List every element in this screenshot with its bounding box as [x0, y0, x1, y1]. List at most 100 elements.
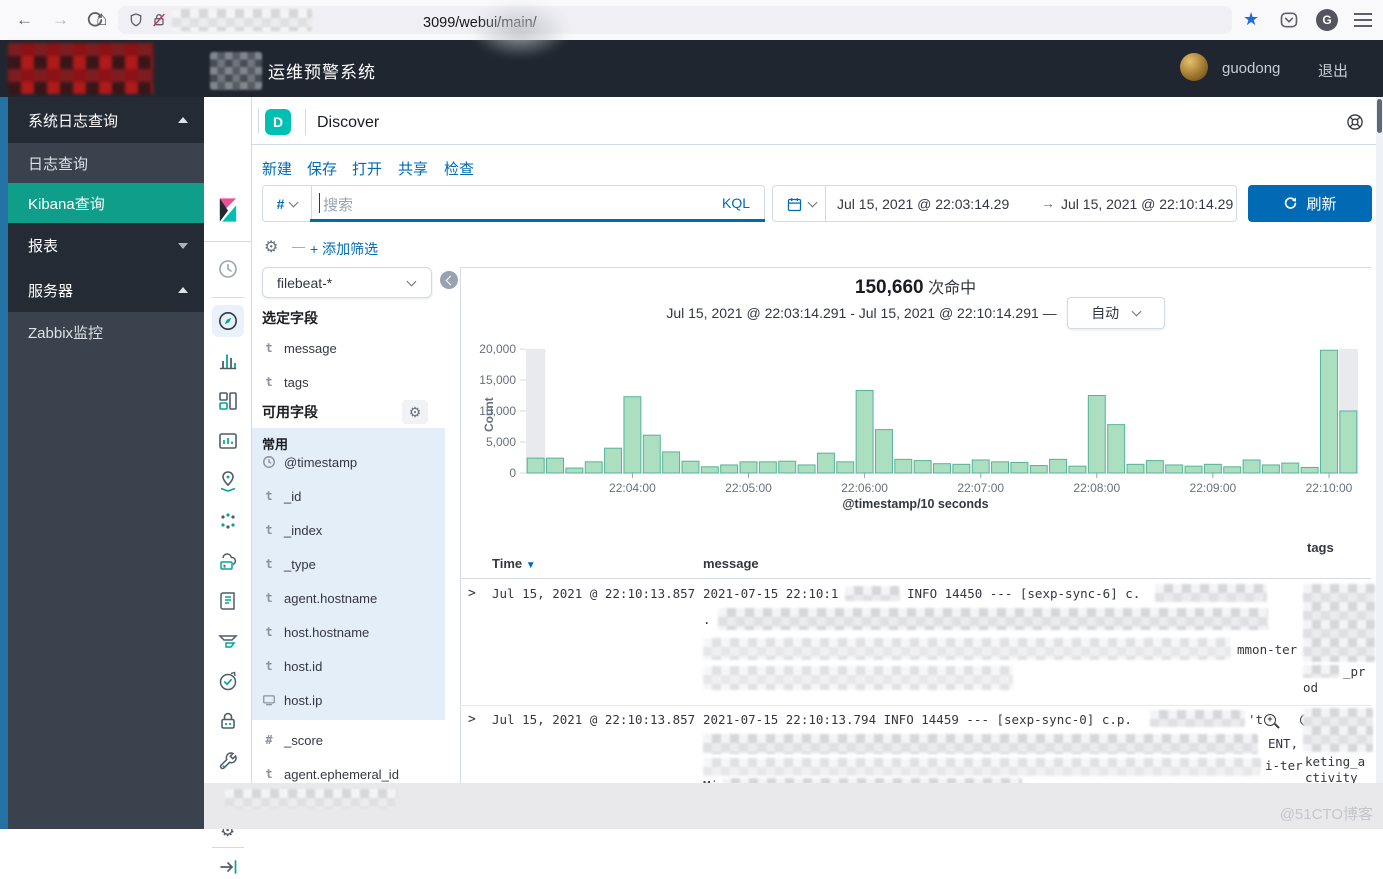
- redacted-tags: [1303, 584, 1375, 662]
- date-to[interactable]: Jul 15, 2021 @ 22:10:14.29: [1061, 196, 1233, 212]
- redacted-text: [1155, 584, 1267, 602]
- filter-dash: —: [292, 239, 305, 254]
- logs-icon[interactable]: [216, 589, 240, 613]
- divider: [305, 109, 306, 135]
- field-agent-hostname[interactable]: tagent.hostname: [262, 589, 377, 607]
- date-range-picker[interactable]: Jul 15, 2021 @ 22:03:14.29 → Jul 15, 202…: [772, 185, 1237, 222]
- kibana-logo[interactable]: [214, 194, 242, 226]
- share-button[interactable]: 共享: [398, 158, 428, 179]
- app-header: 运维预警系统 guodong 退出: [0, 40, 1383, 97]
- apm-icon[interactable]: [216, 629, 240, 653]
- sidebar-item-zabbix[interactable]: Zabbix监控: [8, 312, 204, 353]
- interval-select[interactable]: 自动: [1067, 297, 1165, 329]
- lock-insecure-icon[interactable]: [151, 12, 167, 28]
- query-language-button[interactable]: KQL: [722, 195, 750, 211]
- redacted-tags: [1303, 708, 1373, 752]
- page: ← → x ⌂ 3099/webui/main/ ★ G 运维预警系统 guod…: [0, 0, 1383, 829]
- inspect-button[interactable]: 检查: [444, 158, 474, 179]
- visualize-chart-icon[interactable]: [216, 349, 240, 373]
- row-message-fragment: 't: [1248, 712, 1263, 727]
- field-type[interactable]: t_type: [262, 555, 316, 573]
- scrollbar-track[interactable]: [1376, 97, 1383, 783]
- redacted-status-text: [225, 789, 397, 808]
- saved-query-menu-button[interactable]: #: [263, 186, 312, 221]
- scrollbar-thumb[interactable]: [1377, 99, 1382, 133]
- field-index[interactable]: t_index: [262, 521, 322, 539]
- canvas-icon[interactable]: [216, 429, 240, 453]
- divider: [212, 297, 244, 298]
- svg-text:0: 0: [509, 466, 516, 480]
- collapse-sidebar-button[interactable]: [440, 271, 458, 289]
- filter-gear-icon[interactable]: ⚙: [264, 237, 278, 257]
- search-input[interactable]: 搜索: [323, 194, 353, 215]
- username: guodong: [1222, 60, 1280, 77]
- refresh-icon: [1283, 196, 1298, 211]
- expand-row-icon[interactable]: >: [468, 586, 476, 601]
- help-ring-icon[interactable]: [1345, 112, 1365, 132]
- user-avatar[interactable]: [1180, 53, 1208, 81]
- dev-tools-wrench-icon[interactable]: [216, 749, 240, 773]
- dashboard-icon[interactable]: [216, 389, 240, 413]
- sidebar-item-system-log-query[interactable]: 系统日志查询: [8, 97, 204, 143]
- sidebar-item-log-query[interactable]: 日志查询: [8, 143, 204, 183]
- caret-up-icon: [178, 287, 188, 293]
- shield-icon[interactable]: [128, 12, 144, 28]
- divider: [825, 186, 826, 221]
- field-timestamp[interactable]: @timestamp: [262, 453, 357, 471]
- field-host-id[interactable]: thost.id: [262, 657, 322, 675]
- redacted-text: [845, 586, 900, 601]
- siem-lock-icon[interactable]: [216, 709, 240, 733]
- save-button[interactable]: 保存: [307, 158, 337, 179]
- row-message-fragment: mmon-ter: [1237, 642, 1297, 657]
- url-bar[interactable]: 3099/webui/main/: [118, 6, 1232, 34]
- zoom-in-icon[interactable]: +: [1264, 714, 1276, 726]
- uptime-icon[interactable]: [216, 669, 240, 693]
- field-settings-gear-icon[interactable]: ⚙: [402, 400, 428, 424]
- back-icon[interactable]: ←: [16, 0, 33, 40]
- maps-pin-icon[interactable]: [216, 469, 240, 493]
- row-message-line2: .: [703, 612, 711, 627]
- sidebar-item-kibana-query[interactable]: Kibana查询: [8, 183, 204, 223]
- machine-learning-icon[interactable]: [216, 509, 240, 533]
- new-button[interactable]: 新建: [262, 158, 292, 179]
- row-time: Jul 15, 2021 @ 22:10:13.857: [492, 586, 695, 601]
- redacted-brand: [210, 52, 262, 90]
- field-score[interactable]: #_score: [262, 731, 323, 749]
- field-agent-ephemeral-id[interactable]: tagent.ephemeral_id: [262, 765, 399, 783]
- discover-compass-icon[interactable]: [216, 309, 240, 333]
- field-tags[interactable]: ttags: [262, 373, 309, 391]
- logout-link[interactable]: 退出: [1318, 60, 1348, 81]
- field-message[interactable]: tmessage: [262, 339, 337, 357]
- discover-app-badge: D: [265, 109, 291, 135]
- field-host-ip[interactable]: host.ip: [262, 691, 322, 709]
- redacted-text: [703, 666, 1013, 690]
- expand-row-icon[interactable]: >: [468, 712, 476, 727]
- sidebar-item-reports[interactable]: 报表: [8, 223, 204, 268]
- sidebar-item-servers[interactable]: 服务器: [8, 268, 204, 312]
- field-host-hostname[interactable]: thost.hostname: [262, 623, 369, 641]
- index-pattern-select[interactable]: filebeat-*: [262, 267, 432, 298]
- nav-sidebar: 系统日志查询 日志查询 Kibana查询 报表 服务器 Zabbix监控: [8, 97, 204, 829]
- date-from[interactable]: Jul 15, 2021 @ 22:03:14.29: [837, 196, 1009, 212]
- field-id[interactable]: t_id: [262, 487, 301, 505]
- histogram[interactable]: 05,00010,00015,00020,00022:04:0022:05:00…: [460, 336, 1371, 514]
- clock-field-icon: [262, 455, 276, 469]
- column-header-message[interactable]: message: [703, 556, 759, 571]
- column-header-time[interactable]: Time ▼: [492, 556, 536, 571]
- menu-hamburger-icon[interactable]: [1354, 13, 1372, 15]
- svg-text:22:04:00: 22:04:00: [609, 481, 656, 495]
- collapse-nav-icon[interactable]: [216, 855, 240, 879]
- add-filter-link[interactable]: + 添加筛选: [310, 239, 378, 259]
- column-header-tags[interactable]: tags: [1307, 540, 1334, 555]
- bookmark-star-icon[interactable]: ★: [1243, 9, 1259, 30]
- pocket-icon[interactable]: [1279, 10, 1299, 30]
- recent-clock-icon[interactable]: [216, 257, 240, 281]
- metrics-icon[interactable]: [216, 549, 240, 573]
- forward-icon[interactable]: →: [52, 0, 69, 40]
- refresh-button[interactable]: 刷新: [1248, 185, 1372, 222]
- home-icon[interactable]: ⌂: [96, 0, 107, 40]
- account-avatar[interactable]: G: [1316, 9, 1338, 31]
- search-bar: # 搜索 KQL: [262, 185, 765, 222]
- calendar-icon[interactable]: [786, 196, 803, 213]
- open-button[interactable]: 打开: [352, 158, 382, 179]
